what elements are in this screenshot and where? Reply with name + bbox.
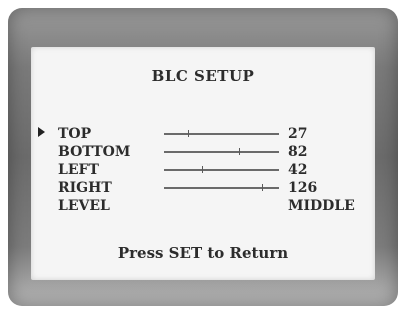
menu-item-label: BOTTOM [58,144,131,160]
menu-item-label: TOP [58,126,92,142]
menu-item-value: 126 [288,180,318,196]
menu-item-level[interactable]: LEVEL MIDDLE [31,197,375,215]
menu-item-value: 42 [288,162,308,178]
menu-item-right[interactable]: RIGHT 126 [31,179,375,197]
menu-item-bottom[interactable]: BOTTOM 82 [31,143,375,161]
menu-item-label: RIGHT [58,180,112,196]
menu-item-label: LEFT [58,162,99,178]
left-slider[interactable] [164,166,279,173]
slider-tick [202,166,203,173]
menu-item-left[interactable]: LEFT 42 [31,161,375,179]
osd-screen: BLC SETUP TOP 27 BOTTOM 82 LEFT 42 RIGHT… [31,47,375,280]
menu-item-value: MIDDLE [288,198,355,214]
menu-item-value: 82 [288,144,308,160]
slider-tick [239,148,240,155]
selection-arrow-icon [38,127,45,137]
top-slider[interactable] [164,130,279,137]
bottom-slider[interactable] [164,148,279,155]
right-slider[interactable] [164,184,279,191]
menu-item-value: 27 [288,126,308,142]
slider-tick [262,184,263,191]
footer-hint: Press SET to Return [117,244,289,262]
menu-title: BLC SETUP [151,67,255,85]
slider-tick [188,130,189,137]
menu-item-top[interactable]: TOP 27 [31,125,375,143]
menu-item-label: LEVEL [58,198,110,214]
